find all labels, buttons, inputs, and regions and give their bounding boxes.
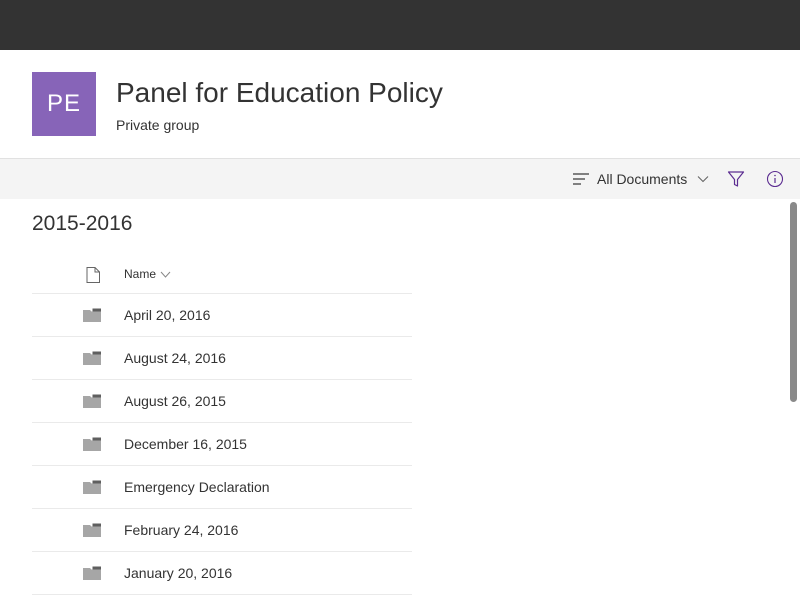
list-item[interactable]: December 16, 2015: [32, 423, 412, 466]
name-column-header[interactable]: Name: [124, 255, 171, 293]
list-item[interactable]: August 26, 2015: [32, 380, 412, 423]
chevron-down-icon: [697, 176, 709, 183]
list-item-name[interactable]: December 16, 2015: [124, 423, 247, 465]
folder-icon: [83, 308, 101, 322]
folder-icon: [83, 351, 101, 365]
list-item-name[interactable]: August 24, 2016: [124, 337, 226, 379]
list-item-name[interactable]: April 20, 2016: [124, 294, 210, 336]
group-privacy-label: Private group: [116, 117, 200, 133]
list-lines-icon: [573, 173, 589, 185]
folder-icon: [83, 394, 101, 408]
folder-title: 2015-2016: [32, 212, 133, 235]
name-column-label: Name: [124, 267, 157, 281]
group-header: PE Panel for Education Policy Private gr…: [0, 50, 800, 159]
filter-icon: [727, 171, 745, 187]
info-icon: [766, 170, 784, 188]
list-item[interactable]: February 24, 2016: [32, 509, 412, 552]
list-item-name[interactable]: February 24, 2016: [124, 509, 238, 551]
list-item[interactable]: January 20, 2016: [32, 552, 412, 595]
view-selector-label: All Documents: [597, 171, 688, 187]
chevron-down-icon: [160, 271, 171, 278]
scrollbar-thumb[interactable]: [790, 202, 797, 402]
suite-top-bar: [0, 0, 800, 50]
list-item[interactable]: August 24, 2016: [32, 337, 412, 380]
group-title: Panel for Education Policy: [116, 77, 443, 108]
filter-button[interactable]: [724, 169, 748, 189]
folder-icon: [83, 480, 101, 494]
info-button[interactable]: [764, 168, 786, 190]
list-item-name[interactable]: August 26, 2015: [124, 380, 226, 422]
document-library: 2015-2016 Name April 20, 2016 August 24,…: [0, 199, 786, 600]
view-selector[interactable]: All Documents: [572, 159, 709, 199]
command-bar: All Documents: [0, 159, 800, 199]
folder-icon: [83, 523, 101, 537]
folder-icon: [83, 566, 101, 580]
list-item[interactable]: Emergency Declaration: [32, 466, 412, 509]
folder-icon: [83, 437, 101, 451]
list-column-header: Name: [32, 255, 412, 294]
list-item-name[interactable]: Emergency Declaration: [124, 466, 270, 508]
document-icon[interactable]: [86, 267, 100, 283]
document-list: Name April 20, 2016 August 24, 2016 Augu…: [32, 255, 412, 595]
list-item[interactable]: April 20, 2016: [32, 294, 412, 337]
group-avatar: PE: [32, 72, 96, 136]
list-item-name[interactable]: January 20, 2016: [124, 552, 232, 594]
vertical-scrollbar[interactable]: [786, 199, 800, 600]
